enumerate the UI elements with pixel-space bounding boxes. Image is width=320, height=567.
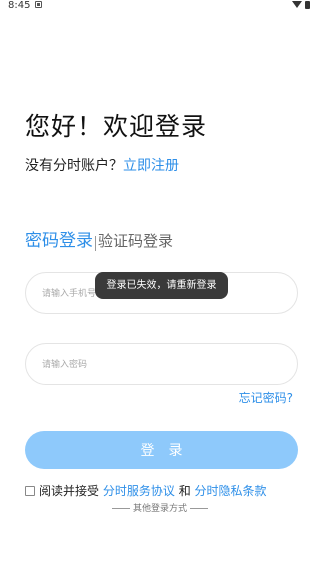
- greeting-title: 您好！欢迎登录: [25, 112, 208, 141]
- tab-password-login[interactable]: 密码登录: [25, 231, 93, 251]
- status-bar: 8:45: [0, 0, 320, 12]
- wifi-icon: [292, 1, 302, 8]
- divider-line-right: [190, 508, 208, 509]
- signup-link[interactable]: 立即注册: [123, 158, 179, 174]
- notification-icon: [35, 1, 42, 8]
- agreement-conjunction: 和: [178, 484, 191, 498]
- tab-code-login[interactable]: 验证码登录: [98, 232, 173, 250]
- agreement-checkbox[interactable]: [25, 486, 35, 496]
- password-input[interactable]: [40, 344, 284, 386]
- battery-icon: [305, 1, 310, 9]
- agreement-row: 阅读并接受 分时服务协议 和 分时隐私条款: [25, 483, 267, 499]
- password-field: [25, 343, 298, 386]
- agreement-prefix: 阅读并接受: [39, 484, 100, 498]
- tab-divider: [95, 236, 96, 251]
- signup-row: 没有分时账户？立即注册: [25, 157, 179, 175]
- toast-message: 登录已失效，请重新登录: [95, 272, 228, 299]
- service-agreement-link[interactable]: 分时服务协议: [103, 484, 175, 498]
- login-tabs: 密码登录 验证码登录: [25, 229, 173, 255]
- divider-line-left: [111, 508, 130, 509]
- login-button[interactable]: 登录: [25, 431, 298, 469]
- privacy-policy-link[interactable]: 分时隐私条款: [195, 484, 267, 498]
- other-login-divider: 其他登录方式: [0, 502, 320, 516]
- signup-prompt: 没有分时账户？: [25, 158, 123, 174]
- forgot-password-link[interactable]: 忘记密码?: [239, 390, 293, 406]
- status-time: 8:45: [8, 0, 31, 11]
- other-login-label: 其他登录方式: [132, 504, 187, 514]
